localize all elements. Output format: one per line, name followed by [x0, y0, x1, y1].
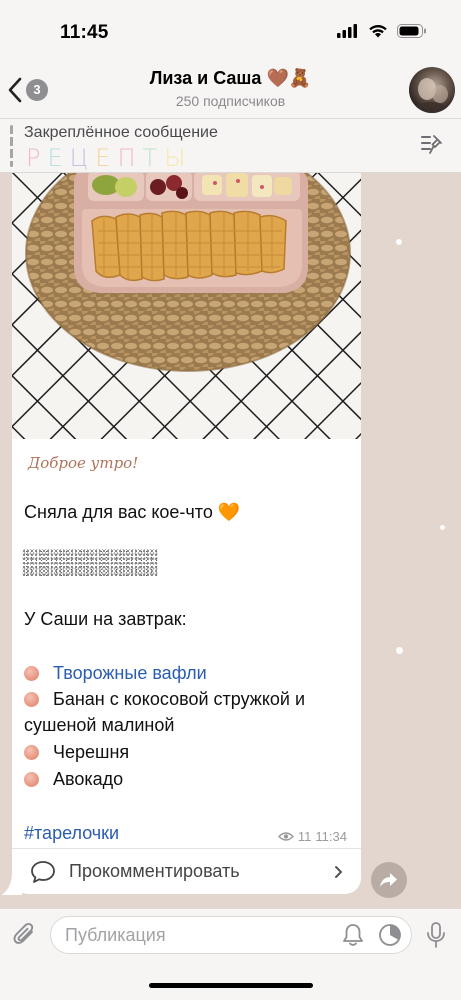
status-time: 11:45 — [60, 22, 109, 43]
message-meta: 11 11:34 — [277, 829, 347, 844]
pinned-message-bar[interactable]: Закреплённое сообщение РЕЦЕПТЫ — [0, 118, 461, 173]
channel-title[interactable]: Лиза и Саша 🤎🧸 — [0, 68, 461, 89]
status-bar: 11:45 — [0, 0, 461, 62]
pinned-letter: Е — [95, 144, 118, 172]
pinned-list-icon[interactable] — [419, 133, 445, 157]
list-item[interactable]: Творожные вафли — [24, 663, 207, 684]
background-sparkle — [440, 525, 445, 530]
background-sparkle — [396, 239, 402, 245]
breakfast-plate-photo — [12, 173, 361, 439]
greeting-caption: Доброе утро! — [28, 454, 139, 472]
message-time: 11:34 — [315, 829, 347, 844]
message-bubble[interactable]: Доброе утро! Сняла для вас кое-что 🧡 У С… — [12, 173, 361, 894]
list-item-continuation: сушеной малиной — [24, 715, 175, 735]
list-item-text: Черешня — [53, 742, 130, 762]
list-item: Авокадо — [24, 769, 123, 790]
avatar-photo — [415, 78, 449, 113]
list-item: Банан с кокосовой стружкой и — [24, 689, 305, 710]
list-item: Черешня — [24, 742, 129, 763]
pinned-indicator — [10, 125, 13, 167]
pinned-text: РЕЦЕПТЫ — [26, 144, 192, 172]
hashtag-link[interactable]: #тарелочки — [24, 823, 119, 844]
pinned-letter: Т — [142, 144, 165, 172]
forward-arrow-icon — [380, 873, 397, 887]
pinned-title: Закреплённое сообщение — [24, 124, 218, 141]
comment-label: Прокомментировать — [69, 861, 240, 881]
view-count: 11 — [297, 829, 312, 844]
eye-icon — [277, 832, 294, 841]
comment-button[interactable]: Прокомментировать — [12, 848, 361, 894]
status-icons — [337, 24, 427, 38]
comment-bubble-icon — [31, 861, 55, 883]
message-line: Сняла для вас кое-что 🧡 — [24, 502, 241, 522]
background-sparkle — [396, 647, 403, 654]
peach-bullet-icon — [24, 666, 39, 681]
paperclip-icon[interactable] — [12, 921, 38, 949]
pinned-letter: Р — [26, 144, 48, 172]
spoiler-text[interactable] — [22, 549, 158, 577]
chat-header: 3 Лиза и Саша 🤎🧸 250 подписчиков — [0, 62, 461, 118]
chat-area[interactable]: Доброе утро! Сняла для вас кое-что 🧡 У С… — [0, 173, 461, 908]
pinned-letter: П — [117, 144, 143, 172]
list-item-text: Авокадо — [53, 769, 124, 789]
battery-icon — [397, 24, 426, 38]
pinned-letter: Ы — [164, 144, 193, 172]
share-button[interactable] — [371, 862, 407, 898]
chevron-right-icon — [335, 866, 342, 878]
list-item-text: Банан с кокосовой стружкой и — [53, 689, 306, 709]
pinned-letter: Е — [47, 144, 70, 172]
message-heading: У Саши на завтрак: — [24, 609, 187, 629]
channel-avatar[interactable] — [409, 67, 455, 113]
peach-bullet-icon — [24, 745, 39, 760]
wifi-icon — [369, 25, 387, 38]
microphone-icon[interactable] — [426, 921, 446, 949]
schedule-icon[interactable] — [378, 923, 402, 947]
bell-icon[interactable] — [342, 923, 364, 947]
home-indicator — [149, 983, 313, 988]
message-photo[interactable] — [12, 173, 361, 439]
recipe-link[interactable]: Творожные вафли — [53, 663, 207, 684]
peach-bullet-icon — [24, 692, 39, 707]
pinned-letter: Ц — [69, 144, 96, 172]
peach-bullet-icon — [24, 772, 39, 787]
signal-icon — [337, 24, 357, 38]
subscriber-count: 250 подписчиков — [175, 93, 286, 109]
